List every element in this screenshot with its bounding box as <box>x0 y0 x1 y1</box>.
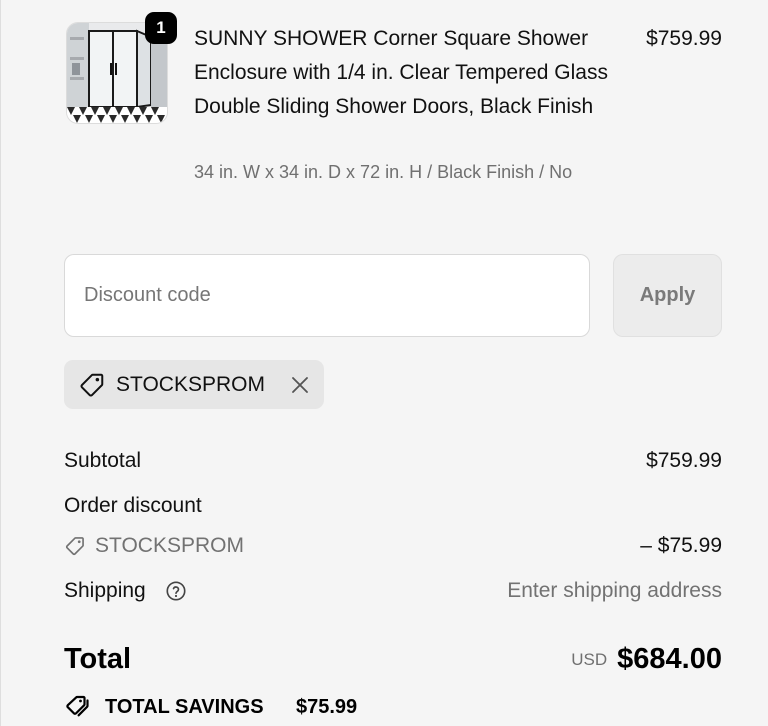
subtotal-value: $759.99 <box>646 449 722 472</box>
product-title: SUNNY SHOWER Corner Square Shower Enclos… <box>194 27 608 118</box>
order-discount-value: – $75.99 <box>640 534 722 557</box>
total-label: Total <box>64 643 132 675</box>
total-price: USD $684.00 <box>571 640 722 678</box>
order-discount-label: Order discount <box>64 494 202 517</box>
apply-discount-button[interactable]: Apply <box>613 254 722 337</box>
total-savings-label: TOTAL SAVINGS <box>105 696 264 718</box>
tag-icon <box>65 537 84 556</box>
total-amount: $684.00 <box>617 643 722 675</box>
tags-icon <box>66 695 89 717</box>
quantity-badge: 1 <box>145 12 177 44</box>
tag-icon <box>80 373 104 397</box>
discount-code-input[interactable] <box>64 254 590 337</box>
order-discount-code-text: STOCKSPROM <box>95 534 244 557</box>
shipping-value: Enter shipping address <box>507 579 722 602</box>
applied-discount-chip: STOCKSPROM <box>64 360 324 409</box>
product-price: $759.99 <box>646 27 722 50</box>
currency-code: USD <box>571 650 608 669</box>
product-variant: 34 in. W x 34 in. D x 72 in. H / Black F… <box>194 162 573 182</box>
subtotal-label: Subtotal <box>64 449 142 472</box>
close-icon[interactable] <box>288 373 312 397</box>
question-circle-icon[interactable] <box>165 580 187 602</box>
total-savings-amount: $75.99 <box>296 696 358 718</box>
product-line-item: 1 SUNNY SHOWER Corner Square Shower Encl… <box>64 12 724 218</box>
left-border <box>0 0 1 726</box>
shipping-label: Shipping <box>64 579 146 602</box>
applied-discount-code: STOCKSPROM <box>116 373 265 396</box>
